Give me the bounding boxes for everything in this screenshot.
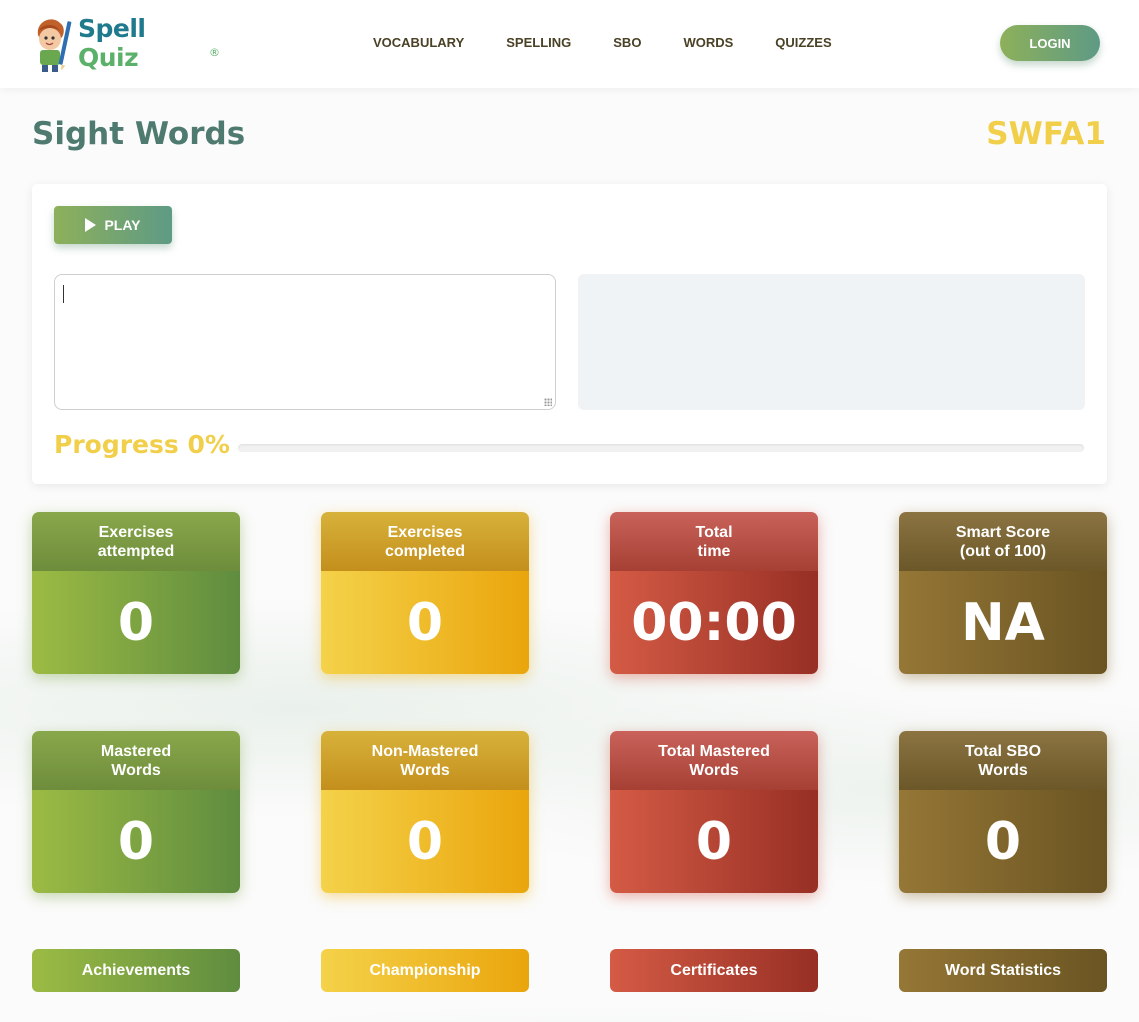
nav-spelling[interactable]: SPELLING	[506, 32, 571, 54]
progress-bar	[238, 444, 1084, 452]
feedback-area	[578, 274, 1085, 410]
text-caret	[63, 285, 64, 303]
logo-text-spell: Spell	[78, 14, 146, 43]
stat-value: 00:00	[610, 571, 818, 674]
stat-title: Smart Score (out of 100)	[899, 512, 1107, 571]
answer-input[interactable]	[54, 274, 556, 410]
stat-exercises-completed: Exercises completed 0	[321, 512, 529, 674]
nav-vocabulary[interactable]: VOCABULARY	[373, 32, 464, 54]
stat-title: Exercises completed	[321, 512, 529, 571]
play-button[interactable]: PLAY	[54, 206, 172, 244]
stat-title: Total Mastered Words	[610, 731, 818, 790]
championship-button[interactable]: Championship	[321, 949, 529, 992]
play-button-label: PLAY	[104, 217, 141, 233]
nav-quizzes[interactable]: QUIZZES	[775, 32, 831, 54]
main-nav: VOCABULARY SPELLING SBO WORDS QUIZZES	[352, 32, 853, 54]
certificates-button[interactable]: Certificates	[610, 949, 818, 992]
stat-value: NA	[899, 571, 1107, 674]
spellquiz-logo[interactable]: Spell Quiz ®	[30, 12, 220, 74]
nav-words[interactable]: WORDS	[683, 32, 733, 54]
word-statistics-button[interactable]: Word Statistics	[899, 949, 1107, 992]
stat-title: Mastered Words	[32, 731, 240, 790]
resize-handle[interactable]	[544, 398, 552, 406]
stat-value: 0	[32, 571, 240, 674]
achievements-button[interactable]: Achievements	[32, 949, 240, 992]
stat-title: Exercises attempted	[32, 512, 240, 571]
play-icon	[85, 218, 97, 232]
stat-value: 0	[321, 571, 529, 674]
logo-text: Spell Quiz	[78, 14, 207, 72]
stat-title: Non-Mastered Words	[321, 731, 529, 790]
stat-value: 0	[899, 790, 1107, 893]
stat-value: 0	[321, 790, 529, 893]
stat-total-sbo-words: Total SBO Words 0	[899, 731, 1107, 893]
stat-non-mastered-words: Non-Mastered Words 0	[321, 731, 529, 893]
exercise-panel: PLAY Progress 0%	[32, 184, 1107, 484]
exercise-code: SWFA1	[986, 116, 1106, 152]
logo-text-quiz: Quiz	[78, 43, 139, 72]
stat-mastered-words: Mastered Words 0	[32, 731, 240, 893]
stat-exercises-attempted: Exercises attempted 0	[32, 512, 240, 674]
login-button[interactable]: LOGIN	[1000, 25, 1100, 61]
stat-value: 0	[32, 790, 240, 893]
stat-value: 0	[610, 790, 818, 893]
stat-total-time: Total time 00:00	[610, 512, 818, 674]
nav-sbo[interactable]: SBO	[613, 32, 641, 54]
site-header: Spell Quiz ® VOCABULARY SPELLING SBO WOR…	[0, 0, 1139, 88]
stat-title: Total time	[610, 512, 818, 571]
progress-label: Progress 0%	[54, 430, 230, 459]
stat-title: Total SBO Words	[899, 731, 1107, 790]
stat-total-mastered-words: Total Mastered Words 0	[610, 731, 818, 893]
stat-smart-score: Smart Score (out of 100) NA	[899, 512, 1107, 674]
page-title: Sight Words	[32, 116, 246, 152]
registered-mark: ®	[209, 45, 220, 59]
mascot-icon	[30, 13, 74, 73]
